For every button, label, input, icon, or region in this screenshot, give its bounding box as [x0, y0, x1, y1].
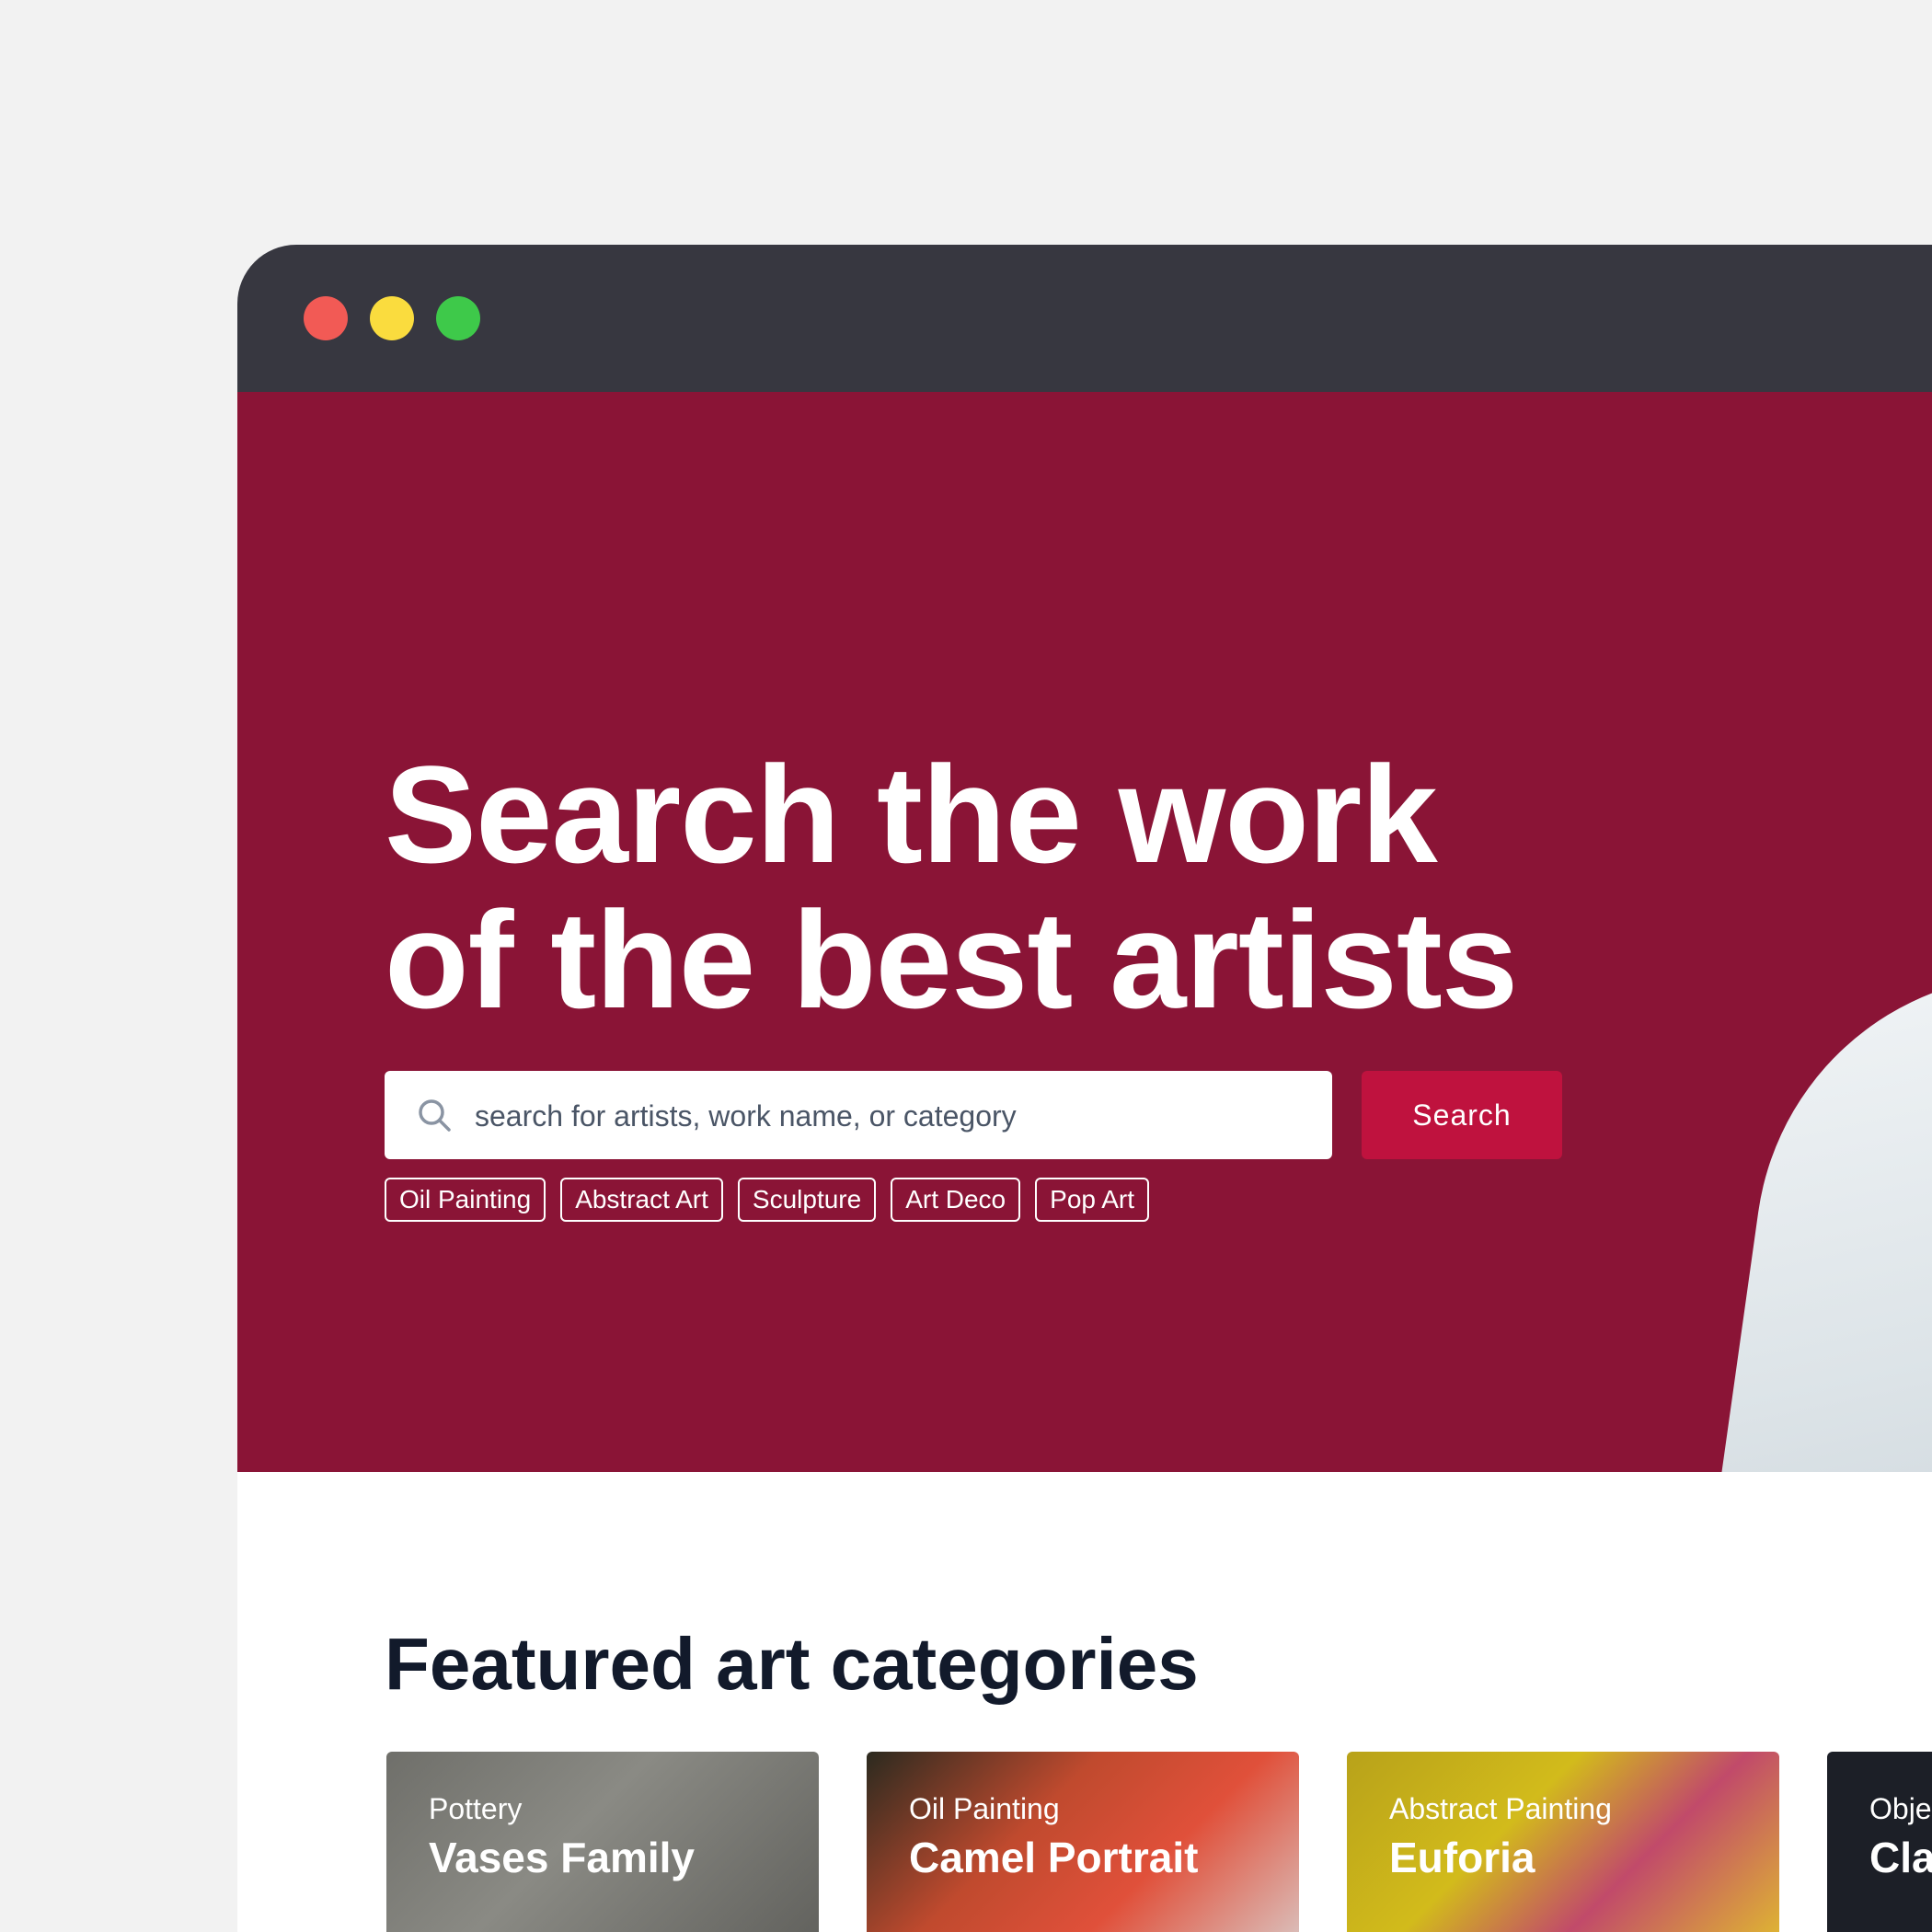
- featured-categories-heading: Featured art categories: [385, 1623, 1199, 1705]
- category-card[interactable]: Abstract Painting Euforia: [1347, 1752, 1779, 1932]
- maximize-window-button[interactable]: [436, 296, 480, 340]
- search-icon: [419, 1099, 451, 1132]
- tag-list: Oil Painting Abstract Art Sculpture Art …: [385, 1178, 1149, 1222]
- tag-sculpture[interactable]: Sculpture: [737, 1178, 877, 1222]
- hero-artist-photo: [1699, 938, 1932, 1472]
- card-title: Euforia: [1389, 1834, 1535, 1881]
- search-input[interactable]: [473, 1071, 1314, 1161]
- card-title: Camel Portrait: [909, 1834, 1199, 1881]
- tag-art-deco[interactable]: Art Deco: [891, 1178, 1021, 1222]
- tag-pop-art[interactable]: Pop Art: [1035, 1178, 1149, 1222]
- browser-window: Search the work of the best artists Sear…: [237, 245, 1932, 1932]
- search-button[interactable]: Search: [1362, 1071, 1562, 1159]
- card-category: Obje: [1869, 1792, 1932, 1825]
- hero-section: Search the work of the best artists Sear…: [237, 392, 1932, 1472]
- category-card[interactable]: Pottery Vases Family: [386, 1752, 819, 1932]
- card-title: Cla: [1869, 1834, 1932, 1881]
- window-titlebar: [237, 245, 1932, 392]
- card-category: Oil Painting: [909, 1792, 1060, 1825]
- hero-title: Search the work of the best artists: [385, 737, 1518, 1037]
- category-card[interactable]: Oil Painting Camel Portrait: [867, 1752, 1299, 1932]
- tag-oil-painting[interactable]: Oil Painting: [385, 1178, 546, 1222]
- minimize-window-button[interactable]: [370, 296, 414, 340]
- card-category: Pottery: [429, 1792, 523, 1825]
- card-title: Vases Family: [429, 1834, 695, 1881]
- search-box[interactable]: [385, 1071, 1332, 1161]
- category-card[interactable]: Obje Cla: [1827, 1752, 1932, 1932]
- close-window-button[interactable]: [304, 296, 348, 340]
- card-category: Abstract Painting: [1389, 1792, 1612, 1825]
- tag-abstract-art[interactable]: Abstract Art: [560, 1178, 723, 1222]
